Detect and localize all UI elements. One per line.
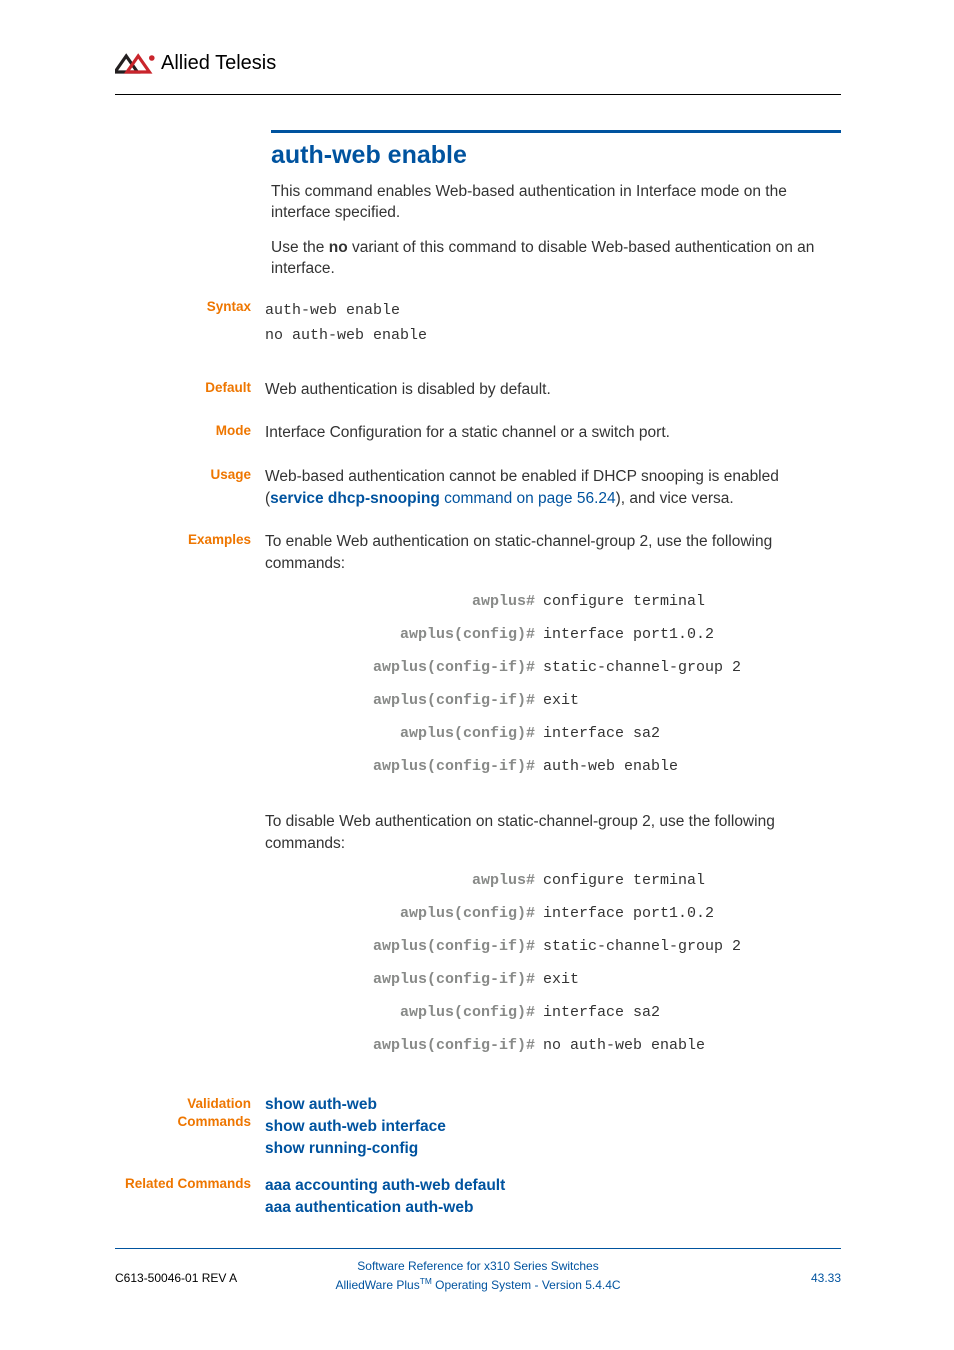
- label-mode: Mode: [115, 422, 265, 438]
- usage-text: Web-based authentication cannot be enabl…: [265, 466, 841, 509]
- title-rule: [271, 130, 841, 133]
- footer-title-2: AlliedWare PlusTM Operating System - Ver…: [335, 1275, 620, 1294]
- label-related-commands: Related Commands: [115, 1175, 265, 1191]
- example-intro-1: To enable Web authentication on static-c…: [265, 531, 841, 574]
- intro-paragraph-2: Use the no variant of this command to di…: [271, 238, 841, 280]
- page-footer: C613-50046-01 REV A Software Reference f…: [115, 1248, 841, 1294]
- command-title: auth-web enable: [271, 141, 841, 170]
- link-show-auth-web-interface[interactable]: show auth-web interface: [265, 1116, 841, 1138]
- label-examples: Examples: [115, 531, 265, 547]
- label-default: Default: [115, 379, 265, 395]
- footer-page-number: 43.33: [811, 1257, 841, 1285]
- footer-doc-id: C613-50046-01 REV A: [115, 1257, 237, 1285]
- syntax-block: auth-web enable no auth-web enable: [265, 298, 841, 349]
- link-show-auth-web[interactable]: show auth-web: [265, 1094, 841, 1116]
- link-aaa-accounting-auth-web-default[interactable]: aaa accounting auth-web default: [265, 1175, 841, 1197]
- link-service-dhcp-snooping[interactable]: service dhcp-snooping: [270, 490, 440, 507]
- link-show-running-config[interactable]: show running-config: [265, 1138, 841, 1160]
- label-syntax: Syntax: [115, 298, 265, 314]
- label-usage: Usage: [115, 466, 265, 482]
- header-rule: [115, 94, 841, 95]
- logo-icon: [115, 53, 155, 75]
- command-table-1: awplus#configure terminal awplus(config)…: [345, 591, 841, 777]
- intro-paragraph-1: This command enables Web-based authentic…: [271, 182, 841, 224]
- footer-title-1: Software Reference for x310 Series Switc…: [335, 1257, 620, 1275]
- default-text: Web authentication is disabled by defaul…: [265, 379, 841, 401]
- label-validation-commands: Validation Commands: [115, 1094, 265, 1130]
- logo-text: Allied Telesis: [161, 52, 276, 75]
- examples-block: To enable Web authentication on static-c…: [265, 531, 841, 1068]
- link-aaa-authentication-auth-web[interactable]: aaa authentication auth-web: [265, 1197, 841, 1219]
- mode-text: Interface Configuration for a static cha…: [265, 422, 841, 444]
- command-table-2: awplus#configure terminal awplus(config)…: [345, 870, 841, 1056]
- link-page-ref[interactable]: command on page 56.24: [440, 490, 616, 507]
- example-intro-2: To disable Web authentication on static-…: [265, 811, 841, 854]
- brand-logo: Allied Telesis: [115, 52, 276, 75]
